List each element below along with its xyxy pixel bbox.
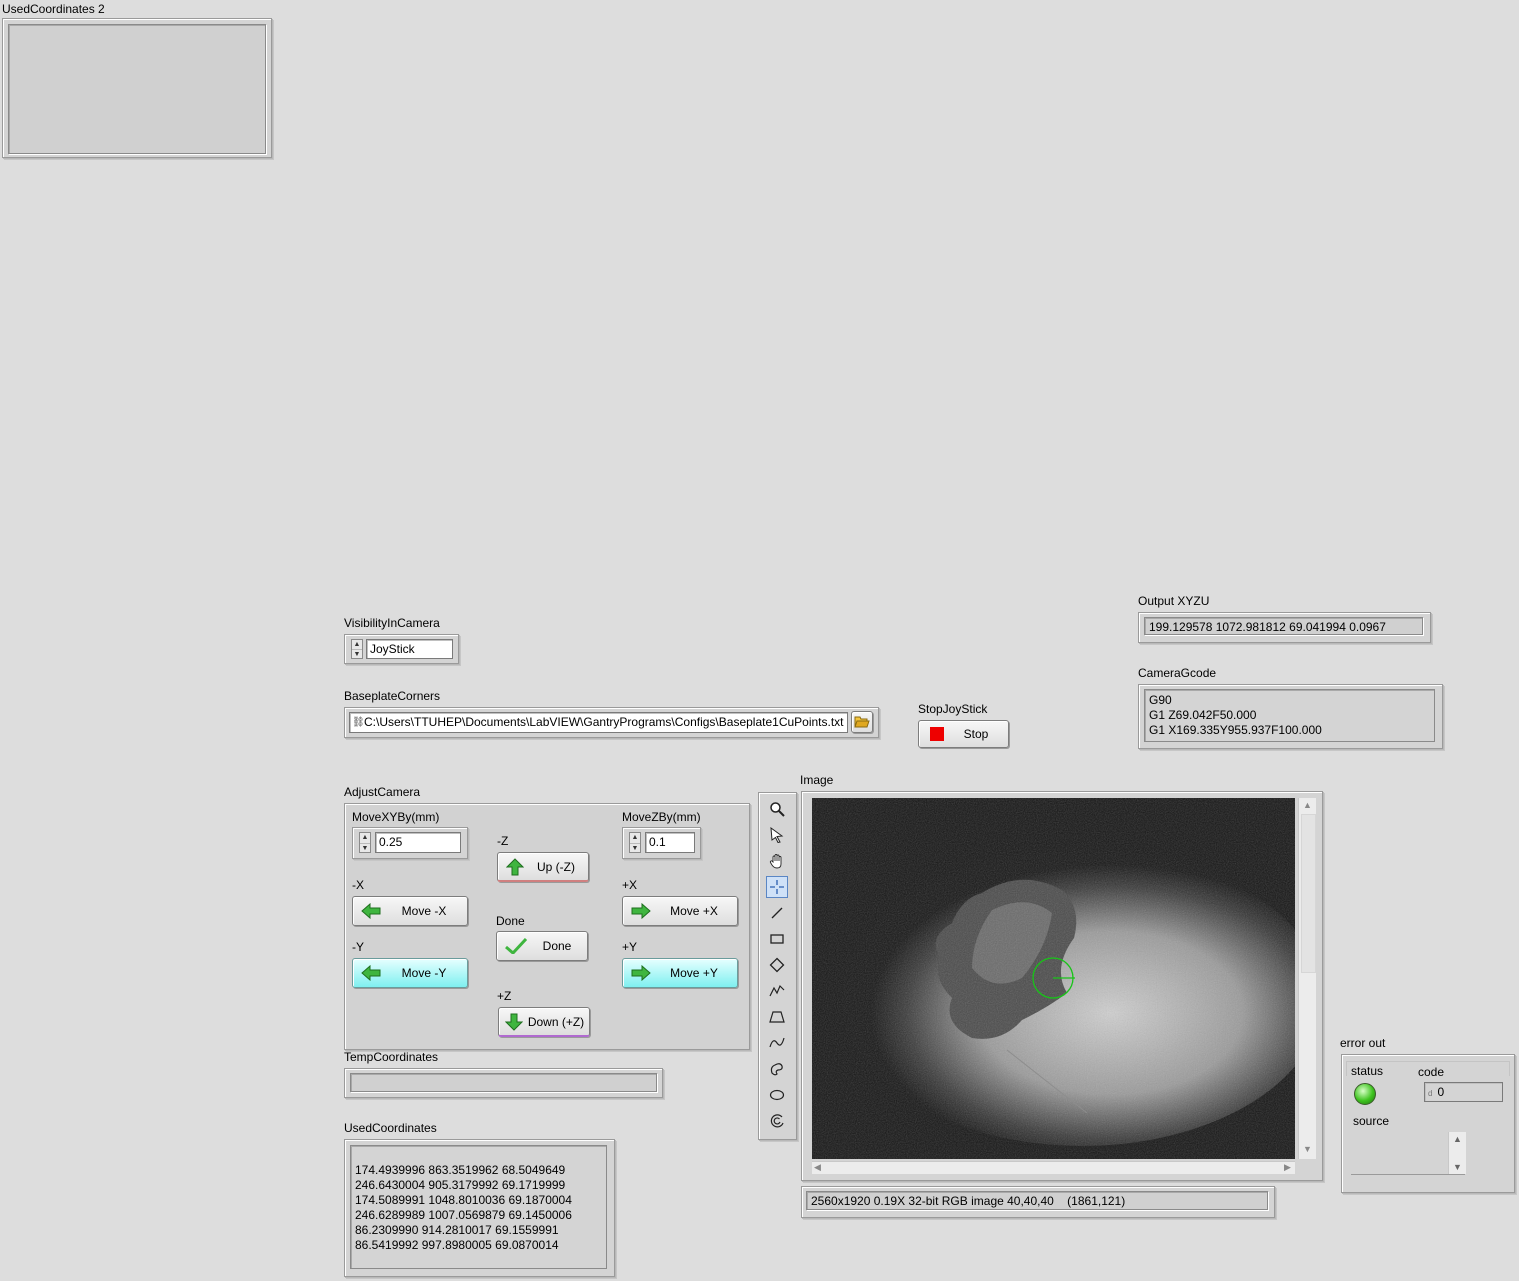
source-label: source	[1353, 1114, 1390, 1128]
freehand-line-icon[interactable]	[766, 1032, 788, 1054]
done-label: Done	[496, 914, 525, 928]
browse-button[interactable]	[851, 711, 873, 733]
spin-down-icon[interactable]: ▼	[352, 650, 362, 659]
move-minus-y-label: Move -Y	[401, 966, 447, 980]
freehand-region-icon[interactable]	[766, 1058, 788, 1080]
done-button-label: Done	[542, 939, 572, 953]
done-button[interactable]: Done	[496, 931, 588, 961]
spin-down-icon[interactable]: ▼	[630, 844, 640, 854]
up-minus-z-label: Up (-Z)	[537, 859, 575, 874]
arrow-left-icon	[361, 965, 381, 981]
scroll-right-icon[interactable]: ▶	[1284, 1162, 1291, 1173]
scroll-down-icon[interactable]: ▼	[1303, 1144, 1312, 1154]
baseplate-path-field[interactable]: ⛓ C:\Users\TTUHEP\Documents\LabVIEW\Gant…	[349, 712, 848, 733]
move-plus-y-label: Move +Y	[670, 966, 718, 980]
scroll-down-icon[interactable]: ▼	[1449, 1160, 1466, 1174]
crosshair-icon[interactable]	[766, 876, 788, 898]
scroll-left-icon[interactable]: ◀	[814, 1162, 821, 1173]
temp-coordinates-display	[350, 1073, 657, 1092]
zoom-icon[interactable]	[766, 798, 788, 820]
move-z-field[interactable]: 0.1	[645, 832, 695, 853]
plus-z-label: +Z	[497, 989, 512, 1003]
code-label: code	[1418, 1065, 1445, 1079]
plus-x-label: +X	[622, 878, 638, 892]
error-out-label: error out	[1340, 1036, 1386, 1050]
stop-button[interactable]: Stop	[918, 720, 1009, 748]
spin-up-icon[interactable]: ▲	[360, 833, 370, 844]
code-display: d0	[1424, 1082, 1503, 1102]
image-horizontal-scrollbar[interactable]: ◀ ▶	[812, 1161, 1295, 1174]
spin-down-icon[interactable]: ▼	[360, 844, 370, 854]
move-plus-x-button[interactable]: Move +X	[622, 896, 738, 926]
arrow-up-icon	[506, 857, 524, 875]
minus-x-label: -X	[352, 878, 364, 892]
move-minus-x-label: Move -X	[401, 904, 447, 918]
down-plus-z-button[interactable]: Down (+Z)	[498, 1007, 590, 1037]
scroll-thumb[interactable]	[1301, 814, 1316, 973]
used-coordinates-display: 174.4939996 863.3519962 68.5049649 246.6…	[350, 1145, 607, 1269]
line-icon[interactable]	[766, 902, 788, 924]
move-xy-spinner[interactable]: ▲ ▼	[359, 832, 371, 853]
checkmark-icon	[505, 938, 527, 954]
pan-hand-icon[interactable]	[766, 850, 788, 872]
scroll-up-icon[interactable]: ▲	[1303, 800, 1312, 810]
path-icon: ⛓	[352, 717, 365, 728]
image-vertical-scrollbar[interactable]: ▲ ▼	[1298, 798, 1316, 1159]
code-value: 0	[1437, 1085, 1445, 1099]
annulus-icon[interactable]	[766, 1110, 788, 1132]
arrow-right-icon	[631, 965, 651, 981]
camera-feed-image	[812, 798, 1295, 1159]
used-coordinates-2-display[interactable]	[8, 24, 266, 154]
image-label: Image	[800, 773, 834, 787]
status-led	[1354, 1083, 1376, 1105]
move-minus-x-button[interactable]: Move -X	[352, 896, 468, 926]
move-plus-x-label: Move +X	[670, 904, 718, 918]
stop-joystick-label: StopJoyStick	[918, 702, 988, 716]
move-xy-field[interactable]: 0.25	[375, 832, 461, 853]
move-minus-y-button[interactable]: Move -Y	[352, 958, 468, 988]
minus-z-label: -Z	[497, 834, 509, 848]
down-plus-z-label: Down (+Z)	[527, 1014, 585, 1029]
adjust-camera-label: AdjustCamera	[344, 785, 421, 799]
polyline-icon[interactable]	[766, 980, 788, 1002]
move-xy-label: MoveXYBy(mm)	[352, 810, 440, 824]
baseplate-corners-label: BaseplateCorners	[344, 689, 441, 703]
visibility-spinner[interactable]: ▲ ▼	[351, 639, 363, 659]
status-label: status	[1351, 1064, 1384, 1078]
camera-gcode-display: G90 G1 Z69.042F50.000 G1 X169.335Y955.93…	[1144, 689, 1435, 742]
spin-up-icon[interactable]: ▲	[352, 640, 362, 650]
arrow-down-icon	[505, 1013, 523, 1031]
move-z-label: MoveZBy(mm)	[622, 810, 701, 824]
temp-coordinates-label: TempCoordinates	[344, 1050, 439, 1064]
rectangle-icon[interactable]	[766, 928, 788, 950]
scroll-up-icon[interactable]: ▲	[1449, 1132, 1466, 1146]
used-coordinates-2-label: UsedCoordinates 2	[2, 2, 105, 16]
visibility-ring[interactable]: JoyStick	[366, 639, 453, 659]
up-minus-z-button[interactable]: Up (-Z)	[497, 852, 589, 882]
minus-y-label: -Y	[352, 940, 364, 954]
camera-gcode-label: CameraGcode	[1138, 666, 1217, 680]
move-plus-y-button[interactable]: Move +Y	[622, 958, 738, 988]
visibility-label: VisibilityInCamera	[344, 616, 440, 630]
used-coordinates-label: UsedCoordinates	[344, 1121, 437, 1135]
baseplate-path-text: C:\Users\TTUHEP\Documents\LabVIEW\Gantry…	[364, 715, 844, 729]
stop-button-label: Stop	[963, 727, 989, 741]
spin-up-icon[interactable]: ▲	[630, 833, 640, 844]
plus-y-label: +Y	[622, 940, 638, 954]
oval-icon[interactable]	[766, 1084, 788, 1106]
output-xyzu-display: 199.129578 1072.981812 69.041994 0.0967	[1144, 617, 1423, 635]
code-type-prefix: d	[1428, 1089, 1433, 1098]
polygon-icon[interactable]	[766, 1006, 788, 1028]
source-scrollbar[interactable]: ▲ ▼	[1448, 1132, 1466, 1174]
arrow-left-icon	[361, 903, 381, 919]
output-xyzu-label: Output XYZU	[1138, 594, 1210, 608]
folder-open-icon	[854, 716, 870, 728]
camera-image[interactable]	[812, 798, 1295, 1159]
rotated-rect-icon[interactable]	[766, 954, 788, 976]
pointer-icon[interactable]	[766, 824, 788, 846]
move-z-spinner[interactable]: ▲ ▼	[629, 832, 641, 853]
stop-icon	[930, 727, 944, 741]
image-status-bar: 2560x1920 0.19X 32-bit RGB image 40,40,4…	[806, 1191, 1268, 1210]
arrow-right-icon	[631, 903, 651, 919]
